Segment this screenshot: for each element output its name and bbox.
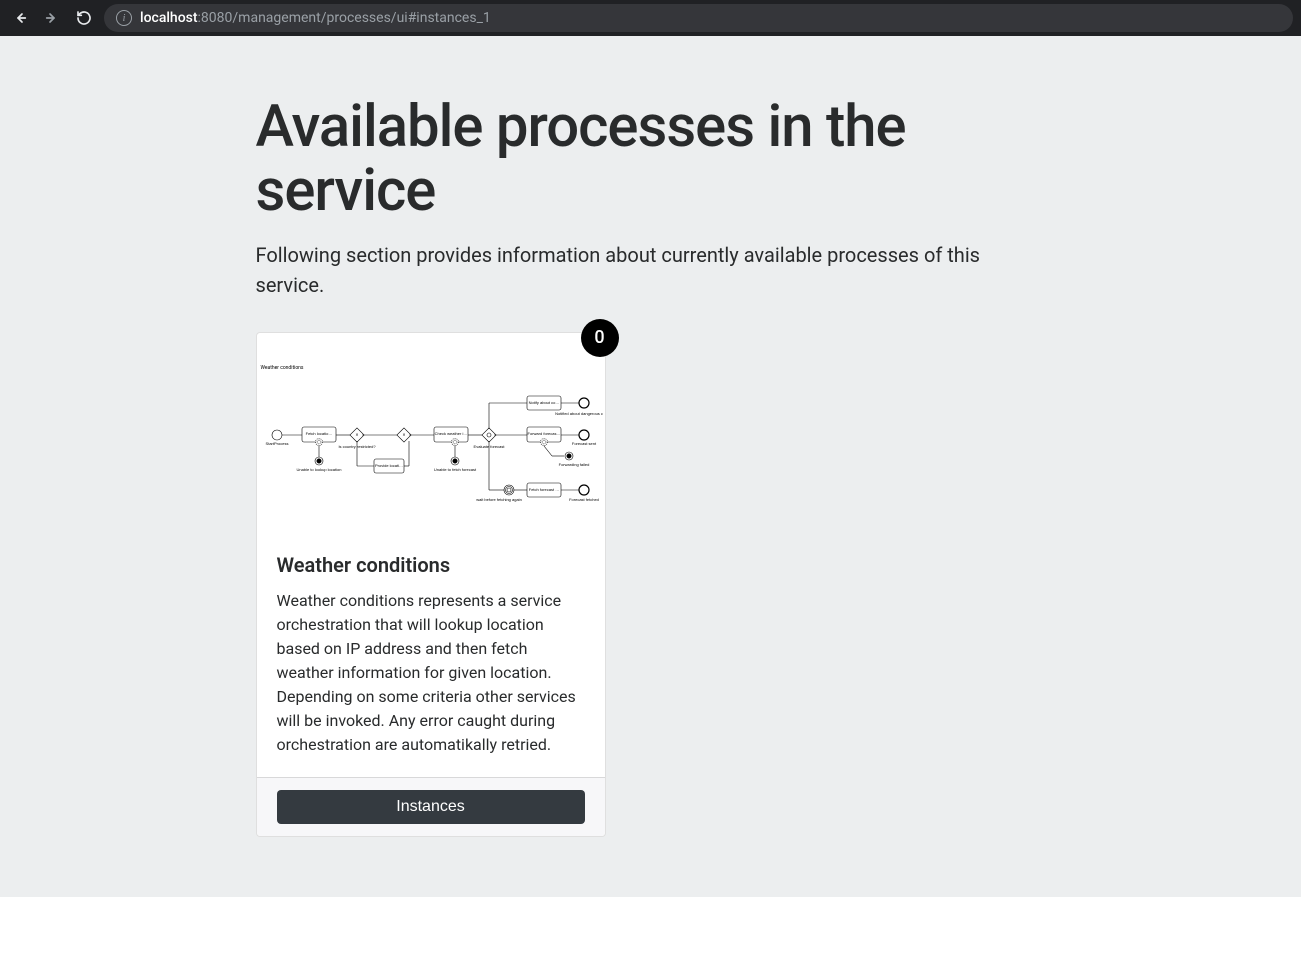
svg-text:StartProcess: StartProcess	[265, 441, 288, 446]
page-content: Available processes in the service Follo…	[0, 36, 1301, 897]
process-description: Weather conditions represents a service …	[277, 589, 585, 757]
svg-text:Evaluate forecast: Evaluate forecast	[473, 444, 505, 449]
svg-text:Forwarding failed: Forwarding failed	[558, 462, 589, 467]
instances-button[interactable]: Instances	[277, 790, 585, 824]
svg-text:Check weather i…: Check weather i…	[434, 431, 467, 436]
svg-text:Notified about dangerous c: Notified about dangerous c	[555, 411, 603, 416]
below-page-area	[0, 897, 1301, 957]
page-title: Available processes in the service	[256, 96, 1046, 224]
url-bar[interactable]: i localhost:8080/management/processes/ui…	[104, 4, 1293, 32]
info-icon: i	[116, 10, 132, 26]
reload-button[interactable]	[72, 6, 96, 30]
svg-text:×: ×	[355, 432, 358, 438]
svg-text:wait before fetching again: wait before fetching again	[476, 497, 522, 502]
card-body: Weather conditions Weather conditions re…	[257, 533, 605, 777]
svg-text:Forecast fetched: Forecast fetched	[569, 497, 599, 502]
process-card: 0 Weather conditions StartProcess Fetch …	[256, 332, 606, 837]
process-title: Weather conditions	[277, 553, 585, 577]
diagram-label: Weather conditions	[261, 365, 304, 371]
svg-text:Unable to fetch forecast: Unable to fetch forecast	[433, 467, 476, 472]
process-diagram: Weather conditions StartProcess Fetch lo…	[257, 333, 605, 533]
svg-text:Fetch locatio…: Fetch locatio…	[305, 431, 332, 436]
url-text: localhost:8080/management/processes/ui#i…	[140, 10, 491, 26]
forward-button[interactable]	[40, 6, 64, 30]
svg-text:Forecast sent: Forecast sent	[571, 441, 596, 446]
page-subtitle: Following section provides information a…	[256, 240, 1046, 300]
browser-toolbar: i localhost:8080/management/processes/ui…	[0, 0, 1301, 36]
card-footer: Instances	[257, 777, 605, 836]
svg-text:×: ×	[402, 432, 405, 438]
bpmn-diagram-svg: StartProcess Fetch locatio… Unable to	[259, 363, 603, 503]
instance-count-badge: 0	[581, 319, 619, 357]
svg-text:Fetch forecast …: Fetch forecast …	[528, 487, 558, 492]
svg-text:Forward forecas…: Forward forecas…	[527, 431, 560, 436]
svg-text:Unable to lookup location: Unable to lookup location	[296, 467, 341, 472]
svg-text:Is country restricted?: Is country restricted?	[338, 444, 376, 449]
back-button[interactable]	[8, 6, 32, 30]
svg-text:Provide locati…: Provide locati…	[374, 463, 402, 468]
svg-text:Notify about co…: Notify about co…	[528, 400, 559, 405]
